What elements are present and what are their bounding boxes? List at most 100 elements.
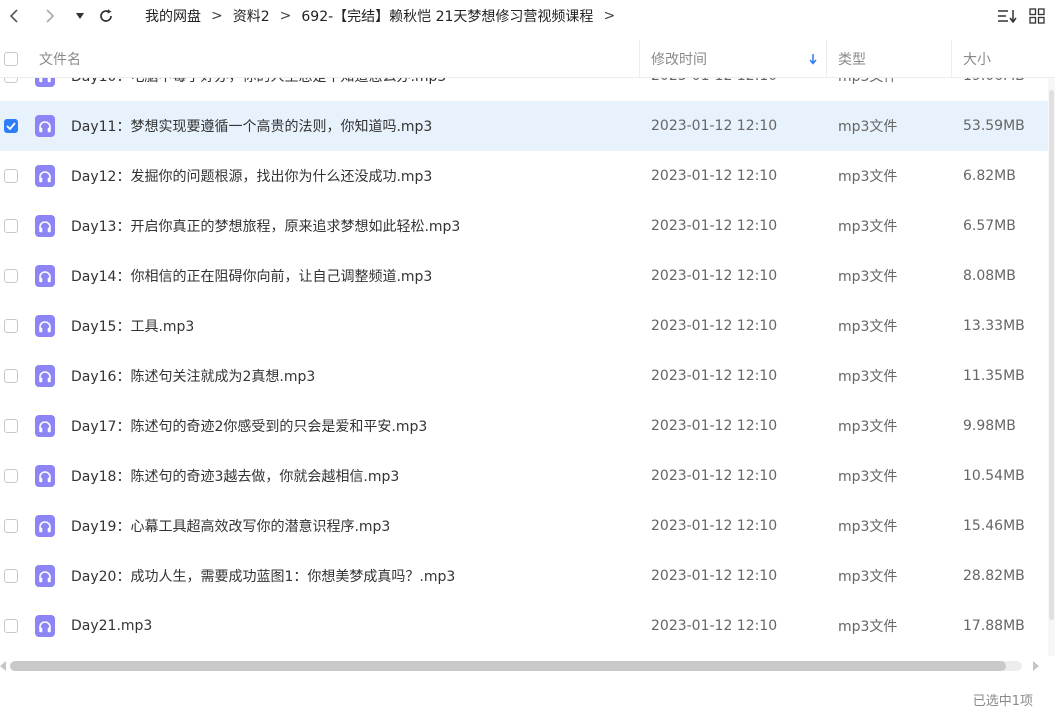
file-modified: 2023-01-12 12:10 [651,78,777,101]
file-name[interactable]: Day17：陈述句的奇迹2你感受到的只会是爱和平安.mp3 [71,401,427,451]
file-size: 15.46MB [963,518,1025,534]
file-row[interactable]: Day15：工具.mp3 2023-01-12 12:10 mp3文件 13.3… [0,301,1048,351]
file-row[interactable]: Day12：发掘你的问题根源，找出你为什么还没成功.mp3 2023-01-12… [0,151,1048,201]
breadcrumb-item-folder[interactable]: 资料2 [233,6,270,26]
file-type: mp3文件 [838,169,898,185]
row-checkbox-cell[interactable] [4,78,18,101]
caret-down-icon [76,12,84,19]
row-checkbox-cell[interactable] [4,551,18,601]
row-checkbox[interactable] [4,269,18,283]
file-name[interactable]: Day18：陈述句的奇迹3越去做，你就会越相信.mp3 [71,451,399,501]
headphones-icon [39,420,51,432]
row-checkbox[interactable] [4,219,18,233]
row-checkbox[interactable] [4,369,18,383]
file-row[interactable]: Day20：成功人生，需要成功蓝图1：你想美梦成真吗？.mp3 2023-01-… [0,551,1048,601]
file-icon-cell [35,551,55,601]
row-checkbox-cell[interactable] [4,301,18,351]
row-checkbox[interactable] [4,619,18,633]
breadcrumb-item-current[interactable]: 692-【完结】赖秋恺 21天梦想修习营视频课程 [301,6,593,26]
column-header-name[interactable]: 文件名 [39,40,81,77]
file-name[interactable]: Day13：开启你真正的梦想旅程，原来追求梦想如此轻松.mp3 [71,201,460,251]
refresh-button[interactable] [94,0,118,31]
file-name[interactable]: Day20：成功人生，需要成功蓝图1：你想美梦成真吗？.mp3 [71,551,455,601]
file-size: 13.33MB [963,318,1025,334]
row-checkbox-cell[interactable] [4,501,18,551]
file-row[interactable]: Day17：陈述句的奇迹2你感受到的只会是爱和平安.mp3 2023-01-12… [0,401,1048,451]
column-header-modified[interactable]: 修改时间 [651,40,707,77]
breadcrumb-separator: > [279,7,292,24]
horizontal-scrollbar-thumb[interactable] [10,661,1006,671]
back-button[interactable] [4,0,24,31]
grid-view-button[interactable] [1019,0,1055,31]
row-checkbox[interactable] [4,469,18,483]
file-name[interactable]: Day11：梦想实现要遵循一个高贵的法则，你知道吗.mp3 [71,101,432,151]
file-modified: 2023-01-12 12:10 [651,318,778,334]
file-rows: Day10：电脑中毒了好办，你的人生总是不知道怎么办.mp3 2023-01-1… [0,78,1048,651]
column-divider[interactable] [639,40,640,77]
file-modified: 2023-01-12 12:10 [651,118,778,134]
row-checkbox-cell[interactable] [4,151,18,201]
audio-file-icon [35,215,55,237]
row-checkbox-cell[interactable] [4,601,18,651]
file-type: mp3文件 [838,369,898,385]
row-checkbox-cell[interactable] [4,101,18,151]
row-checkbox-cell[interactable] [4,401,18,451]
file-row[interactable]: Day13：开启你真正的梦想旅程，原来追求梦想如此轻松.mp3 2023-01-… [0,201,1048,251]
sort-indicator[interactable] [808,40,818,77]
file-name[interactable]: Day12：发掘你的问题根源，找出你为什么还没成功.mp3 [71,151,432,201]
history-dropdown[interactable] [72,0,88,31]
vertical-scrollbar[interactable] [1048,78,1055,656]
breadcrumb-separator[interactable]: > [603,8,615,24]
column-divider[interactable] [826,40,827,77]
file-name[interactable]: Day16：陈述句关注就成为2真想.mp3 [71,351,315,401]
column-divider[interactable] [951,40,952,77]
view-controls [995,0,1055,31]
file-row[interactable]: Day21.mp3 2023-01-12 12:10 mp3文件 17.88MB [0,601,1048,651]
breadcrumb-separator: > [211,7,223,24]
file-row[interactable]: Day18：陈述句的奇迹3越去做，你就会越相信.mp3 2023-01-12 1… [0,451,1048,501]
file-icon-cell [35,101,55,151]
row-checkbox[interactable] [4,419,18,433]
file-type: mp3文件 [838,78,897,101]
file-name[interactable]: Day21.mp3 [71,601,152,651]
headphones-icon [39,170,51,182]
file-row[interactable]: Day11：梦想实现要遵循一个高贵的法则，你知道吗.mp3 2023-01-12… [0,101,1048,151]
row-checkbox[interactable] [4,169,18,183]
headphones-icon [39,620,51,632]
horizontal-scrollbar-track[interactable] [10,661,1022,671]
row-checkbox-cell[interactable] [4,351,18,401]
file-list[interactable]: Day10：电脑中毒了好办，你的人生总是不知道怎么办.mp3 2023-01-1… [0,78,1048,656]
column-header-type[interactable]: 类型 [838,40,866,77]
file-row[interactable]: Day16：陈述句关注就成为2真想.mp3 2023-01-12 12:10 m… [0,351,1048,401]
sort-button[interactable] [995,0,1019,31]
headphones-icon [39,370,51,382]
row-checkbox-cell[interactable] [4,201,18,251]
file-name[interactable]: Day14：你相信的正在阻碍你向前，让自己调整频道.mp3 [71,251,432,301]
row-checkbox[interactable] [4,569,18,583]
breadcrumb-item-root[interactable]: 我的网盘 [145,6,201,26]
file-name[interactable]: Day19：心幕工具超高效改写你的潜意识程序.mp3 [71,501,390,551]
horizontal-scrollbar[interactable] [0,658,1055,675]
row-checkbox[interactable] [4,78,18,83]
select-all-checkbox[interactable] [4,40,18,77]
row-checkbox[interactable] [4,519,18,533]
file-name[interactable]: Day15：工具.mp3 [71,301,194,351]
checkmark-icon [6,122,16,130]
scroll-right-icon[interactable] [1033,661,1039,671]
row-checkbox[interactable] [4,119,18,133]
file-name[interactable]: Day10：电脑中毒了好办，你的人生总是不知道怎么办.mp3 [71,78,446,101]
file-row[interactable]: Day14：你相信的正在阻碍你向前，让自己调整频道.mp3 2023-01-12… [0,251,1048,301]
file-row[interactable]: Day19：心幕工具超高效改写你的潜意识程序.mp3 2023-01-12 12… [0,501,1048,551]
row-checkbox[interactable] [4,319,18,333]
column-header-size[interactable]: 大小 [963,40,991,77]
file-row[interactable]: Day10：电脑中毒了好办，你的人生总是不知道怎么办.mp3 2023-01-1… [0,78,1048,101]
vertical-scrollbar-thumb[interactable] [1049,90,1054,620]
scroll-left-icon[interactable] [0,661,6,671]
checkbox[interactable] [4,51,18,66]
row-checkbox-cell[interactable] [4,451,18,501]
file-type: mp3文件 [838,319,898,335]
audio-file-icon [35,165,55,187]
file-icon-cell [35,401,55,451]
row-checkbox-cell[interactable] [4,251,18,301]
forward-button[interactable] [40,0,60,31]
